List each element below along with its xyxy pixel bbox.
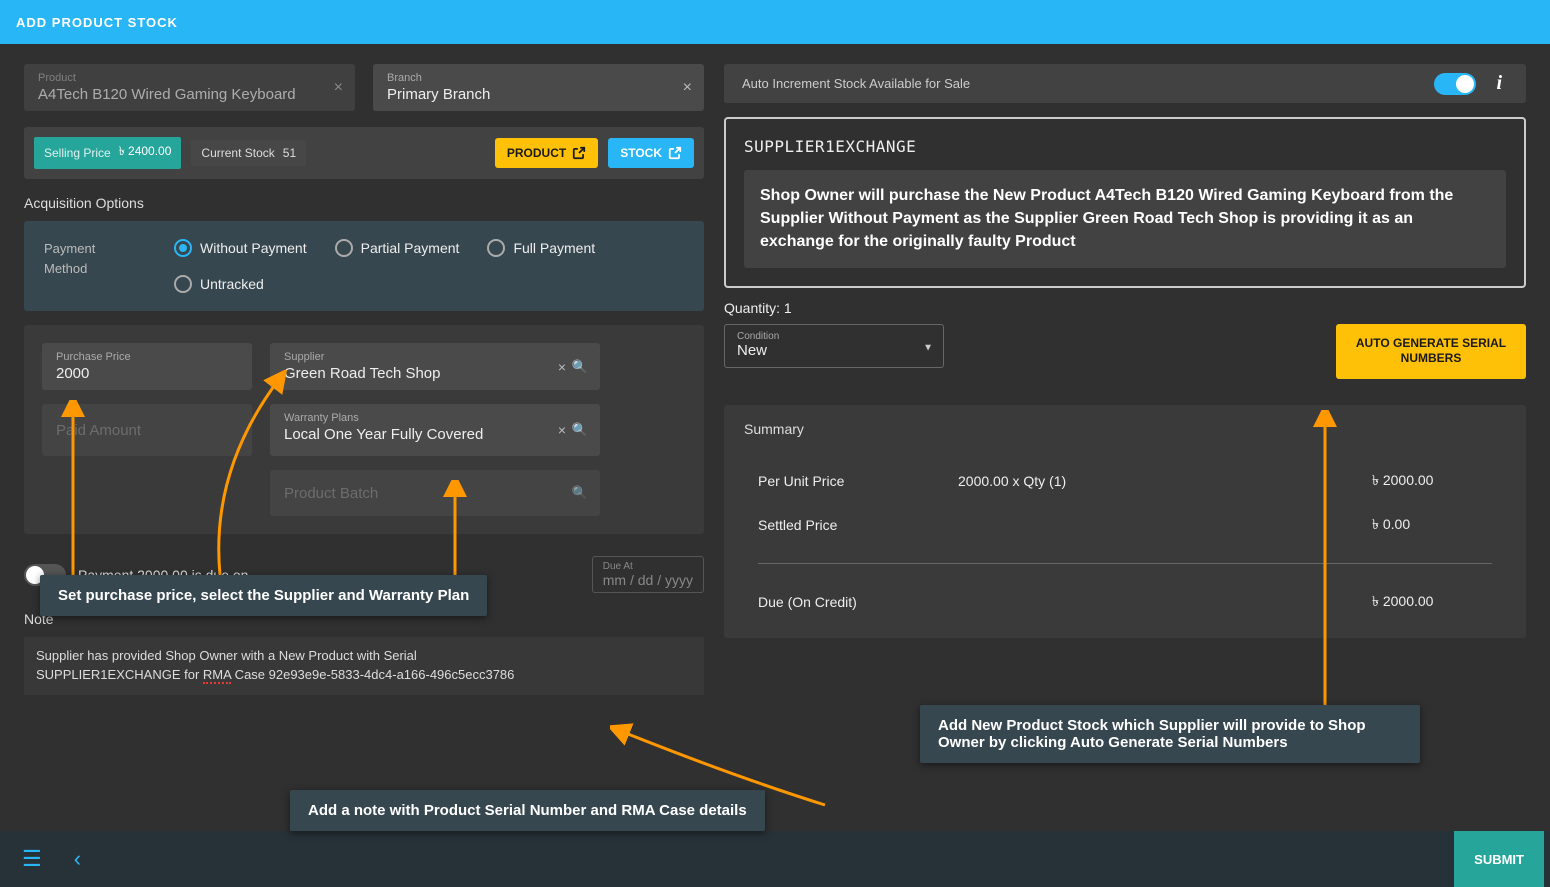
annotation-tooltip-2: Add New Product Stock which Supplier wil… [920, 705, 1420, 763]
branch-value: Primary Branch [387, 86, 690, 103]
annotation-arrow [58, 400, 88, 580]
radio-partial-payment[interactable]: Partial Payment [335, 239, 460, 257]
search-icon[interactable]: 🔍 [572, 422, 588, 438]
radio-without-payment[interactable]: Without Payment [174, 239, 307, 257]
close-icon[interactable]: × [683, 79, 692, 97]
external-link-icon [572, 146, 586, 160]
supplier-field[interactable]: Supplier Green Road Tech Shop × 🔍 [270, 343, 600, 390]
product-value: A4Tech B120 Wired Gaming Keyboard [38, 86, 341, 103]
close-icon[interactable]: × [558, 422, 566, 438]
bottom-bar: ☰ ‹ SUBMIT [0, 831, 1550, 887]
radio-icon [487, 239, 505, 257]
radio-icon [174, 275, 192, 293]
product-button[interactable]: PRODUCT [495, 138, 598, 168]
external-link-icon [668, 146, 682, 160]
selling-price-chip: Selling Price ৳ 2400.00 [34, 137, 181, 169]
radio-icon [174, 239, 192, 257]
close-icon[interactable]: × [558, 359, 566, 375]
serial-title: SUPPLIER1EXCHANGE [744, 137, 1506, 156]
annotation-tooltip-3: Add a note with Product Serial Number an… [290, 790, 765, 831]
auto-generate-serial-button[interactable]: AUTO GENERATE SERIAL NUMBERS [1336, 324, 1526, 379]
divider [758, 563, 1492, 564]
serial-description: Shop Owner will purchase the New Product… [744, 170, 1506, 268]
back-icon[interactable]: ‹ [58, 846, 97, 872]
current-stock-chip: Current Stock 51 [191, 140, 306, 166]
product-label: Product [38, 72, 341, 84]
due-date-field[interactable]: Due At mm / dd / yyyy [592, 556, 704, 593]
radio-full-payment[interactable]: Full Payment [487, 239, 595, 257]
serial-exchange-box: SUPPLIER1EXCHANGE Shop Owner will purcha… [724, 117, 1526, 288]
auto-increment-row: Auto Increment Stock Available for Sale … [724, 64, 1526, 103]
close-icon[interactable]: × [334, 79, 343, 97]
warranty-field[interactable]: Warranty Plans Local One Year Fully Cove… [270, 404, 600, 456]
auto-increment-label: Auto Increment Stock Available for Sale [742, 76, 1420, 91]
chevron-down-icon: ▼ [923, 342, 933, 353]
summary-title: Summary [744, 421, 1506, 437]
stock-button[interactable]: STOCK [608, 138, 694, 168]
summary-row-due: Due (On Credit) ৳ 2000.00 [758, 580, 1492, 624]
radio-untracked[interactable]: Untracked [174, 275, 264, 293]
info-icon[interactable]: i [1490, 72, 1508, 95]
summary-panel: Summary Per Unit Price 2000.00 x Qty (1)… [724, 405, 1526, 638]
metrics-bar: Selling Price ৳ 2400.00 Current Stock 51… [24, 127, 704, 179]
product-field[interactable]: Product A4Tech B120 Wired Gaming Keyboar… [24, 64, 355, 111]
page-title: ADD PRODUCT STOCK [16, 15, 178, 30]
annotation-arrow [440, 480, 470, 580]
acquisition-fields-panel: Purchase Price 2000 Supplier Green Road … [24, 325, 704, 534]
title-bar: ADD PRODUCT STOCK [0, 0, 1550, 44]
product-batch-field[interactable]: Product Batch 🔍 [270, 470, 600, 516]
note-textarea[interactable]: Supplier has provided Shop Owner with a … [24, 637, 704, 695]
menu-icon[interactable]: ☰ [6, 846, 58, 872]
quantity-label: Quantity: 1 [724, 300, 1526, 316]
condition-select[interactable]: Condition New ▼ [724, 324, 944, 368]
auto-increment-toggle[interactable] [1434, 73, 1476, 95]
payment-method-label: PaymentMethod [44, 239, 154, 278]
annotation-tooltip-1: Set purchase price, select the Supplier … [40, 575, 487, 616]
submit-button[interactable]: SUBMIT [1454, 831, 1544, 887]
acquisition-options-label: Acquisition Options [24, 195, 704, 211]
search-icon[interactable]: 🔍 [572, 485, 588, 501]
branch-field[interactable]: Branch Primary Branch × [373, 64, 704, 111]
annotation-arrow [1310, 410, 1340, 710]
summary-row-settled: Settled Price ৳ 0.00 [758, 503, 1492, 547]
radio-icon [335, 239, 353, 257]
branch-label: Branch [387, 72, 690, 84]
search-icon[interactable]: 🔍 [572, 359, 588, 375]
payment-method-panel: PaymentMethod Without Payment Partial Pa… [24, 221, 704, 311]
summary-row-per-unit: Per Unit Price 2000.00 x Qty (1) ৳ 2000.… [758, 459, 1492, 503]
annotation-arrow [200, 370, 300, 580]
